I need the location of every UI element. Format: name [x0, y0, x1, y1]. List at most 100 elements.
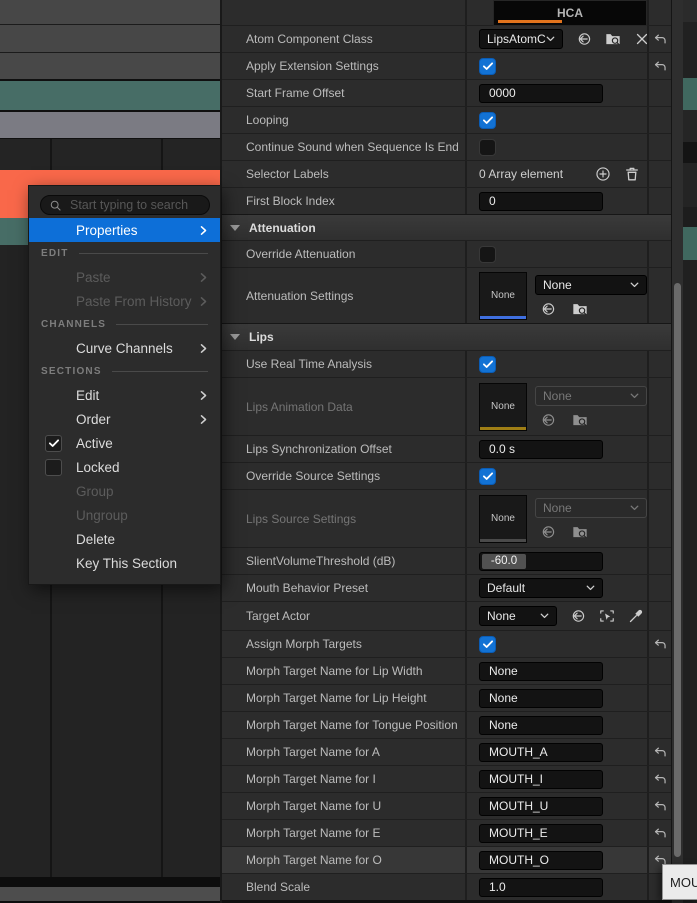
menu-item-curve-channels[interactable]: Curve Channels [29, 336, 220, 360]
use-selected-asset-icon[interactable] [570, 608, 586, 624]
text-input[interactable]: None [479, 662, 603, 681]
category-header[interactable]: Lips [222, 323, 671, 350]
reset-cell [647, 575, 671, 601]
reset-to-default-button[interactable] [653, 746, 668, 759]
property-label-cell: Apply Extension Settings [222, 53, 467, 79]
menu-item-ungroup[interactable]: Ungroup [29, 503, 220, 527]
property-label: SlientVolumeThreshold (dB) [246, 554, 395, 568]
gray-clip[interactable] [0, 112, 220, 138]
asset-thumbnail[interactable]: None [479, 495, 527, 543]
thumbnail-label: None [491, 290, 515, 301]
trash-icon[interactable] [624, 166, 640, 182]
reset-to-default-button[interactable] [653, 33, 668, 46]
property-label-cell: Use Real Time Analysis [222, 351, 467, 377]
menu-item-paste-from-history[interactable]: Paste From History [29, 289, 220, 313]
vertical-scrollbar-track[interactable] [671, 0, 683, 903]
menu-checkbox[interactable] [45, 435, 62, 452]
menu-item-group[interactable]: Group [29, 479, 220, 503]
class-combobox[interactable]: LipsAtomC [479, 29, 563, 49]
browse-icon[interactable] [572, 524, 588, 540]
checkbox[interactable] [479, 246, 496, 263]
teal-clip[interactable] [0, 81, 220, 110]
search-input[interactable] [68, 197, 201, 213]
asset-thumbnail[interactable]: None [479, 383, 527, 431]
teal-clip[interactable] [683, 78, 697, 110]
property-value-cell: None [467, 712, 647, 738]
teal-clip[interactable] [683, 227, 697, 260]
menu-item-properties[interactable]: Properties [29, 218, 220, 242]
chevron-right-icon [197, 413, 210, 426]
reset-to-default-button[interactable] [653, 773, 668, 786]
thumbnail-underline [480, 316, 526, 319]
menu-item-key-this-section[interactable]: Key This Section [29, 551, 220, 575]
property-label: Attenuation Settings [246, 289, 353, 303]
checkbox[interactable] [479, 139, 496, 156]
vertical-scrollbar-thumb[interactable] [674, 283, 681, 857]
browse-icon[interactable] [605, 31, 621, 47]
menu-item-order[interactable]: Order [29, 407, 220, 431]
browse-icon[interactable] [572, 301, 588, 317]
text-input[interactable]: MOUTH_U [479, 797, 603, 816]
reset-to-default-button[interactable] [653, 800, 668, 813]
asset-name-button[interactable]: HCA [493, 0, 647, 26]
add-circle-icon[interactable] [595, 166, 611, 182]
property-value-cell: 0000 [467, 80, 647, 106]
text-input[interactable]: MOUTH_A [479, 743, 603, 762]
triangle-down-icon[interactable] [230, 225, 240, 231]
asset-thumbnail[interactable]: None [479, 272, 527, 320]
menu-checkbox[interactable] [45, 459, 62, 476]
horizontal-scrollbar[interactable] [0, 887, 220, 901]
checkbox[interactable] [479, 468, 496, 485]
asset-dropdown[interactable]: None [535, 275, 647, 295]
browse-icon[interactable] [572, 412, 588, 428]
category-header[interactable]: Attenuation [222, 214, 671, 240]
text-input[interactable]: MOUTH_I [479, 770, 603, 789]
actor-dropdown[interactable]: None [479, 606, 557, 626]
text-input[interactable]: 0000 [479, 84, 603, 103]
triangle-down-icon[interactable] [230, 334, 240, 340]
text-input[interactable]: None [479, 689, 603, 708]
property-value-cell: None None [467, 378, 647, 435]
use-selected-asset-icon[interactable] [540, 524, 556, 540]
reset-to-default-button[interactable] [653, 60, 668, 73]
property-label-cell: Morph Target Name for O [222, 847, 467, 873]
reset-cell [647, 631, 671, 657]
use-selected-asset-icon[interactable] [576, 31, 592, 47]
text-input[interactable]: 1.0 [479, 878, 603, 897]
asset-dropdown[interactable]: None [535, 498, 647, 518]
menu-item-delete[interactable]: Delete [29, 527, 220, 551]
use-selected-asset-icon[interactable] [540, 301, 556, 317]
eyedropper-icon[interactable] [628, 608, 644, 624]
text-input[interactable]: MOUTH_O [479, 851, 603, 870]
text-input[interactable]: 0.0 s [479, 440, 603, 459]
reset-cell [647, 436, 671, 462]
use-selected-asset-icon[interactable] [540, 412, 556, 428]
text-input[interactable]: 0 [479, 192, 603, 211]
menu-item-edit[interactable]: Edit [29, 383, 220, 407]
asset-dropdown[interactable]: None [535, 386, 647, 406]
pick-object-icon[interactable] [599, 608, 615, 624]
checkmark-icon [482, 114, 494, 126]
text-input[interactable]: MOUTH_E [479, 824, 603, 843]
thumbnail-label: None [491, 401, 515, 412]
checkbox[interactable] [479, 636, 496, 653]
numeric-spinbox[interactable]: -60.0 [479, 552, 603, 571]
menu-search[interactable] [40, 195, 210, 215]
checkmark-icon [482, 60, 494, 72]
checkbox[interactable] [479, 58, 496, 75]
track-row [0, 25, 220, 52]
dropdown-value: LipsAtomC [487, 32, 546, 46]
reset-to-default-button[interactable] [653, 638, 668, 651]
reset-icon [653, 638, 668, 651]
menu-item-locked[interactable]: Locked [29, 455, 220, 479]
property-value-cell [467, 134, 647, 160]
reset-cell [647, 53, 671, 79]
menu-item-active[interactable]: Active [29, 431, 220, 455]
checkbox[interactable] [479, 112, 496, 129]
text-input[interactable]: None [479, 716, 603, 735]
menu-item-paste[interactable]: Paste [29, 265, 220, 289]
asset-underline [498, 20, 562, 23]
reset-to-default-button[interactable] [653, 827, 668, 840]
checkbox[interactable] [479, 356, 496, 373]
dropdown[interactable]: Default [479, 578, 603, 598]
